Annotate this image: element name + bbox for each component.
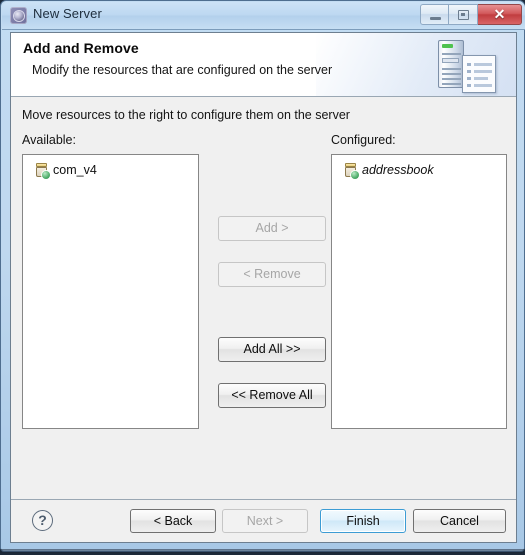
server-and-document-icon (432, 36, 506, 94)
server-slot (442, 73, 461, 75)
document-icon (462, 55, 496, 93)
server-slot (442, 53, 461, 55)
archive-jar-icon (35, 163, 50, 179)
server-slot (442, 78, 461, 80)
help-icon[interactable]: ? (32, 510, 53, 531)
doc-line (474, 63, 492, 66)
maximize-icon (458, 10, 469, 20)
next-button[interactable]: Next > (222, 509, 308, 533)
dialog-footer: ? < Back Next > Finish Cancel (11, 499, 516, 542)
title-bar: New Server ✕ (2, 2, 525, 30)
list-item-label: com_v4 (53, 163, 97, 177)
server-bay (442, 58, 459, 63)
doc-bullet (467, 70, 471, 73)
configured-label: Configured: (331, 133, 396, 147)
wizard-header: Add and Remove Modify the resources that… (11, 33, 516, 97)
remove-all-button[interactable]: << Remove All (218, 383, 326, 408)
server-gear-icon (10, 7, 27, 24)
doc-line (474, 84, 492, 87)
available-list[interactable]: com_v4 (22, 154, 199, 429)
server-led (442, 44, 453, 48)
dialog-window: New Server ✕ Add and Remove Modify the r… (0, 0, 525, 552)
finish-button[interactable]: Finish (320, 509, 406, 533)
doc-line (474, 77, 488, 80)
add-all-button[interactable]: Add All >> (218, 337, 326, 362)
page-subtitle: Modify the resources that are configured… (32, 63, 333, 77)
close-icon: ✕ (493, 6, 506, 22)
maximize-button[interactable] (449, 4, 478, 25)
archive-jar-icon (344, 163, 359, 179)
list-item[interactable]: com_v4 (23, 161, 198, 179)
server-slot (442, 83, 461, 85)
doc-line (474, 70, 492, 73)
window-controls: ✕ (420, 4, 522, 25)
dialog-body: Add and Remove Modify the resources that… (10, 32, 517, 543)
minimize-icon (430, 17, 441, 20)
jar-lid (36, 163, 47, 167)
window-title: New Server (33, 6, 102, 21)
green-badge-icon (351, 171, 359, 179)
list-item-label: addressbook (362, 163, 434, 177)
server-slot (442, 68, 461, 70)
configured-list[interactable]: addressbook (331, 154, 507, 429)
close-button[interactable]: ✕ (478, 4, 522, 25)
doc-bullet (467, 63, 471, 66)
available-label: Available: (22, 133, 76, 147)
server-tower-icon (438, 40, 464, 88)
list-item[interactable]: addressbook (332, 161, 506, 179)
add-button[interactable]: Add > (218, 216, 326, 241)
minimize-button[interactable] (420, 4, 449, 25)
instruction-text: Move resources to the right to configure… (22, 108, 350, 122)
doc-bullet (467, 84, 471, 87)
page-title: Add and Remove (23, 40, 139, 56)
jar-lid (345, 163, 356, 167)
back-button[interactable]: < Back (130, 509, 216, 533)
cancel-button[interactable]: Cancel (413, 509, 506, 533)
remove-button[interactable]: < Remove (218, 262, 326, 287)
green-badge-icon (42, 171, 50, 179)
doc-bullet (467, 77, 471, 80)
main-panel: Move resources to the right to configure… (11, 97, 516, 500)
